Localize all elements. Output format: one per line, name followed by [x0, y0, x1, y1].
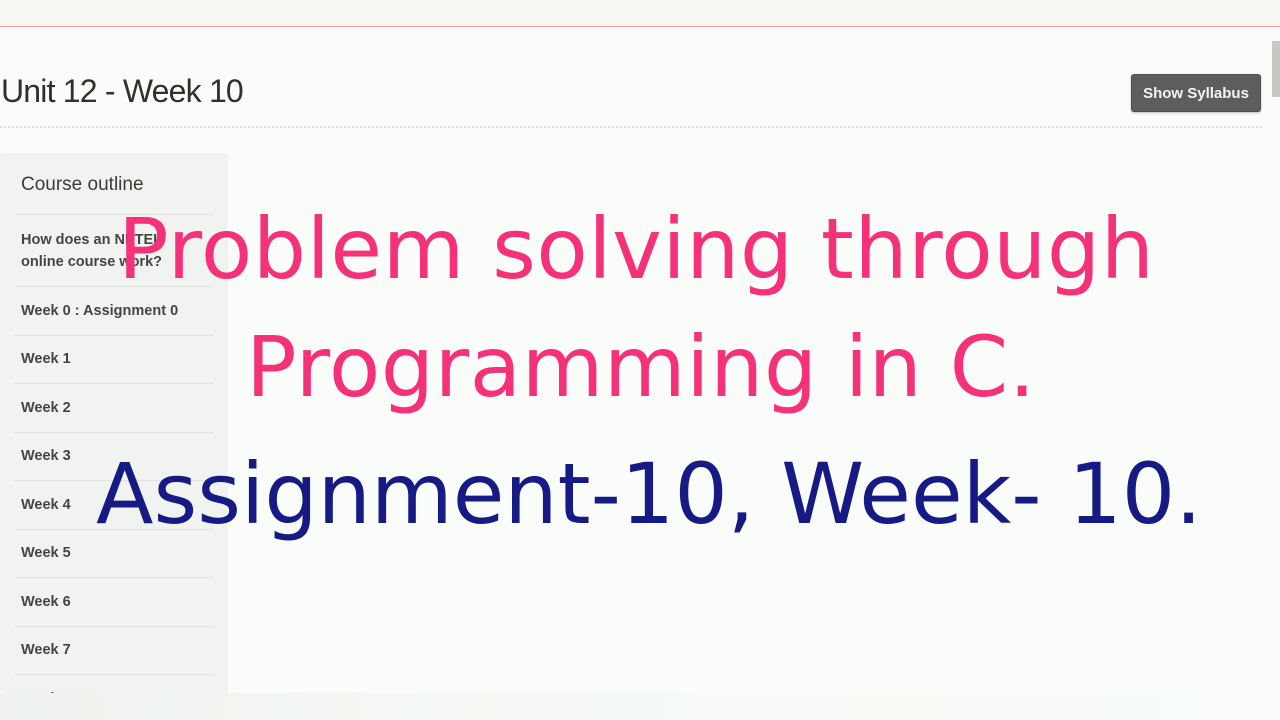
sidebar-item-label: Week 0 : Assignment 0 [21, 302, 179, 319]
show-syllabus-button[interactable]: Show Syllabus [1131, 74, 1261, 112]
browser-top-bar [0, 0, 1280, 27]
overlay-title-line-1: Problem solving through [118, 200, 1155, 298]
sidebar-item-label: Week 7 [21, 642, 71, 659]
sidebar-item-label: Week 1 [21, 351, 71, 368]
sidebar-item-week-8[interactable]: Week 8 [14, 674, 213, 693]
sidebar-item-week-2[interactable]: Week 2 [14, 383, 213, 432]
sidebar-item-week-7[interactable]: Week 7 [14, 625, 213, 675]
sidebar-item-label: Week 2 [21, 399, 71, 416]
sidebar-item-label: Week 3 [21, 448, 71, 465]
overlay-subtitle: Assignment-10, Week- 10. [96, 445, 1202, 543]
sidebar-item-label: Week 4 [21, 496, 71, 513]
overlay-title-line-2: Programming in C. [246, 318, 1036, 416]
sidebar-item-label: Week 5 [21, 545, 71, 562]
sidebar-item-week-6[interactable]: Week 6 [14, 577, 213, 626]
sidebar-heading: Course outline [21, 174, 144, 195]
page-title: Unit 12 - Week 10 [1, 73, 244, 109]
bottom-fade [0, 693, 1280, 720]
sidebar-item-label: Week 6 [21, 593, 71, 610]
scrollbar-thumb[interactable] [1272, 41, 1280, 97]
title-divider [0, 126, 1262, 128]
sidebar-item-week-1[interactable]: Week 1 [14, 334, 213, 384]
